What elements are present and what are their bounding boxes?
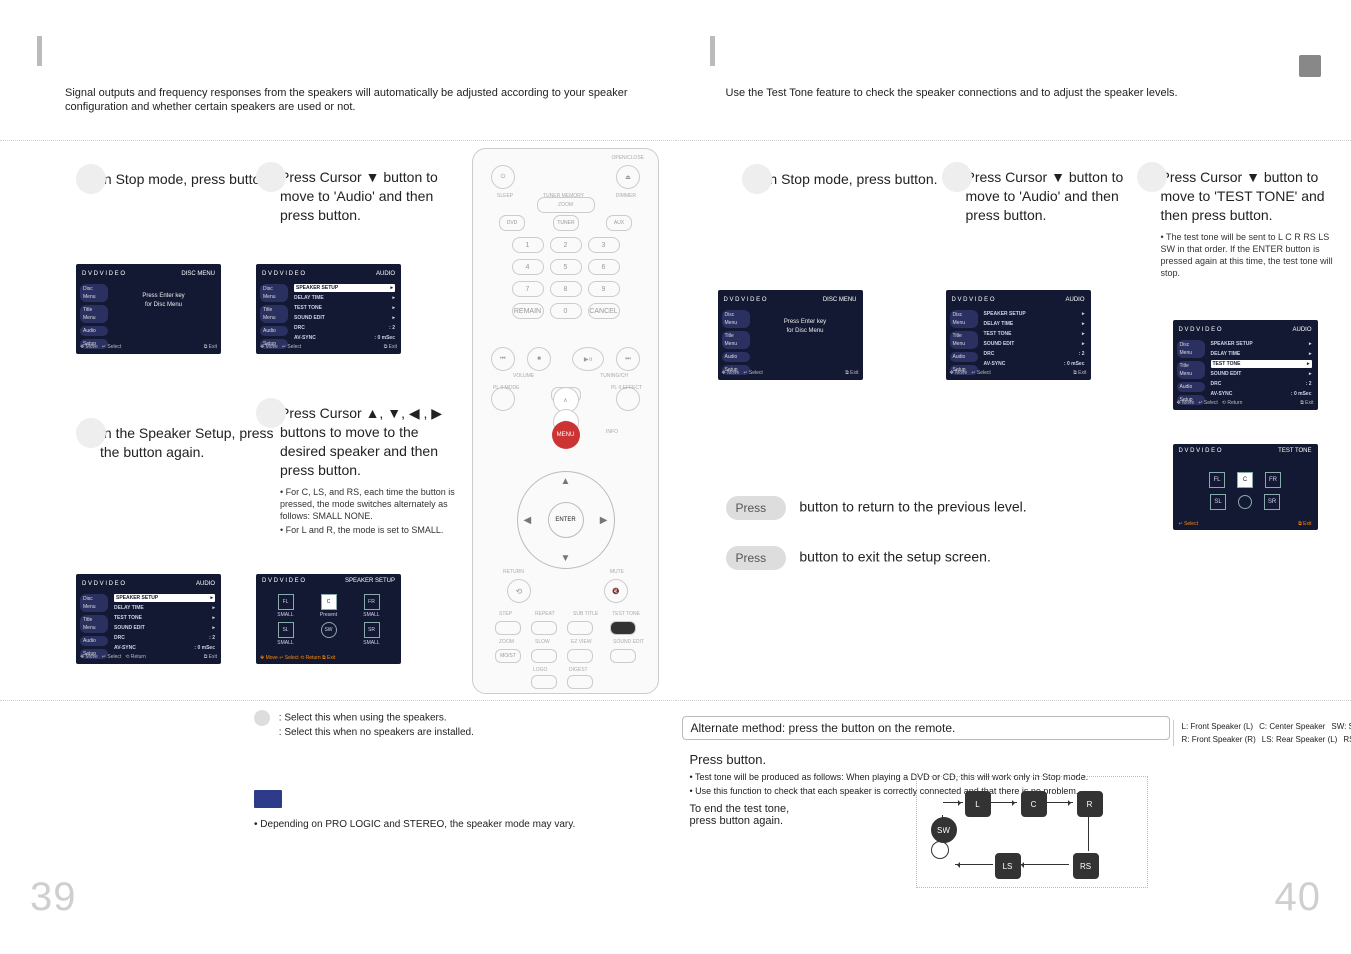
speaker-legend: L: Front Speaker (L) C: Center Speaker S…: [1173, 720, 1351, 746]
alternate-method: Alternate method: press the button on th…: [682, 716, 1170, 740]
step-text: In Stop mode, press button.: [766, 170, 946, 189]
page-number: 39: [30, 875, 77, 920]
osd-audio-menu-2: D V D V I D E OAUDIO Disc MenuTitle Menu…: [76, 574, 221, 664]
step-badge: [76, 164, 106, 194]
page-right: Use the Test Tone feature to check the s…: [676, 0, 1351, 954]
menu-button: MENU: [552, 421, 580, 449]
step-text: Press Cursor ▲, ▼, ◀ , ▶ buttons to move…: [280, 404, 460, 480]
page-left: Signal outputs and frequency responses f…: [0, 0, 676, 954]
step-1: In Stop mode, press button.: [766, 170, 946, 189]
step-badge: [742, 164, 772, 194]
step-text: button to return to the previous level.: [799, 499, 1026, 515]
corner-tab: [1299, 55, 1321, 77]
remote-keypad: 123 456 789 REMAIN0CANCEL: [512, 237, 620, 319]
step-badge: [942, 162, 972, 192]
divider-top: [676, 140, 1351, 141]
osd-audio-testtone: D V D V I D E OAUDIO Disc MenuTitle Menu…: [1173, 320, 1318, 410]
step-notes: The test tone will be sent to L C R RS L…: [1161, 231, 1341, 279]
step-text: Press Cursor ▼ button to move to 'Audio'…: [280, 168, 460, 225]
step-4: Press Cursor ▲, ▼, ◀ , ▶ buttons to move…: [280, 404, 460, 538]
osd-audio-menu: D V D V I D E OAUDIO Disc MenuTitle Menu…: [946, 290, 1091, 380]
step-badge: [1137, 162, 1167, 192]
step-badge: [256, 398, 286, 428]
step-2: Press Cursor ▼ button to move to 'Audio'…: [966, 168, 1146, 225]
divider-top: [0, 140, 676, 141]
accent-bar: [37, 36, 42, 66]
alt-line: Alternate method: press the button on th…: [691, 721, 956, 735]
list-item: For L and R, the mode is set to SMALL.: [280, 524, 460, 536]
press-badge: Press: [726, 546, 786, 570]
step-badge: [256, 162, 286, 192]
step-text: In the Speaker Setup, press the button a…: [100, 424, 280, 462]
note-text: • Depending on PRO LOGIC and STEREO, the…: [254, 819, 575, 830]
osd-disc-menu: D V D V I D E ODISC MENU Disc MenuTitle …: [718, 290, 863, 380]
legend-swatch: [254, 710, 270, 726]
intro-text: Signal outputs and frequency responses f…: [65, 87, 628, 113]
return-button: ⟲: [507, 579, 531, 603]
step-3: Press Cursor ▼ button to move to 'TEST T…: [1161, 168, 1341, 281]
step-text: In Stop mode, press button.: [100, 170, 280, 189]
legend-text: : Select this when no speakers are insta…: [279, 727, 474, 738]
step-4: Press button to return to the previous l…: [726, 496, 1172, 520]
osd-speaker-setup: D V D V I D E OSPEAKER SETUP FLSMALL CPr…: [256, 574, 401, 664]
step-1: In Stop mode, press button.: [100, 170, 280, 189]
press-badge: Press: [726, 496, 786, 520]
step-text: button to exit the setup screen.: [799, 549, 990, 565]
remote-control: OPEN/CLOSE ⏻ ⏏ ZOOM SLEEP TUNER MEMORY D…: [472, 148, 659, 694]
divider-bottom: [676, 700, 1351, 701]
osd-disc-menu: D V D V I D E ODISC MENU Disc MenuTitle …: [76, 264, 221, 354]
legend-text: : Select this when using the speakers.: [279, 713, 447, 724]
step-notes: For C, LS, and RS, each time the button …: [280, 486, 460, 536]
legend: : Select this when using the speakers. :…: [254, 710, 474, 740]
eject-icon: ⏏: [616, 165, 640, 189]
page-number: 40: [1275, 875, 1322, 920]
intro-text: Use the Test Tone feature to check the s…: [726, 87, 1178, 99]
speaker-diagram: L C R SW LS RS: [916, 776, 1148, 888]
intro-left: Signal outputs and frequency responses f…: [65, 86, 646, 114]
step-badge: [76, 418, 106, 448]
list-item: For C, LS, and RS, each time the button …: [280, 486, 460, 522]
mute-icon: 🔇: [604, 579, 628, 603]
step-2: Press Cursor ▼ button to move to 'Audio'…: [280, 168, 460, 225]
accent-bar: [710, 36, 715, 66]
enter-button: ENTER: [548, 502, 584, 538]
play-pause-icon: ▶॥: [572, 347, 604, 371]
step-3: In the Speaker Setup, press the button a…: [100, 424, 280, 462]
next-icon: ⏭: [616, 347, 640, 371]
alt-heading: Press button.: [690, 752, 1160, 767]
divider-bottom: [0, 700, 676, 701]
prev-icon: ⏮: [491, 347, 515, 371]
note-icon: [254, 790, 282, 808]
power-icon: ⏻: [491, 165, 515, 189]
step-text: Press Cursor ▼ button to move to 'TEST T…: [1161, 168, 1341, 225]
osd-audio-menu: D V D V I D E OAUDIO Disc MenuTitle Menu…: [256, 264, 401, 354]
step-text: Press Cursor ▼ button to move to 'Audio'…: [966, 168, 1146, 225]
intro-right: Use the Test Tone feature to check the s…: [726, 86, 1322, 100]
dpad: ▲▼ ◀▶ ENTER: [517, 471, 615, 569]
list-item: The test tone will be sent to L C R RS L…: [1161, 231, 1341, 279]
note: • Depending on PRO LOGIC and STEREO, the…: [254, 790, 575, 830]
osd-test-tone: D V D V I D E OTEST TONE FL C FR SL SR ↵…: [1173, 444, 1318, 530]
osd-msg: Press Enter keyfor Disc Menu: [106, 292, 221, 310]
stop-icon: ■: [527, 347, 551, 371]
step-5: Press button to exit the setup screen.: [726, 546, 1172, 570]
